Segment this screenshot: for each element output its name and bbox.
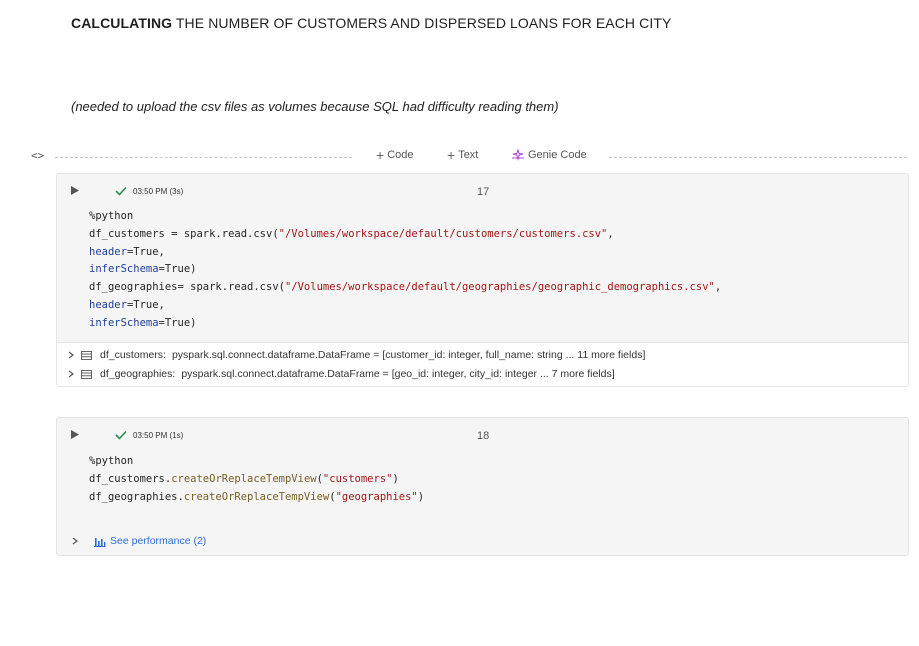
success-check-icon — [115, 186, 127, 196]
variable-name: df_customers: — [100, 349, 166, 361]
variable-type: pyspark.sql.connect.dataframe.DataFrame … — [171, 349, 646, 361]
bar-chart-icon — [94, 537, 106, 547]
divider-right — [609, 157, 907, 158]
add-text-button[interactable]: + Text — [447, 147, 479, 163]
divider-left — [55, 157, 352, 158]
string-literal: "geographies" — [335, 490, 418, 503]
cell-output: df_customers: pyspark.sql.connect.datafr… — [57, 342, 908, 386]
code-toggle-icon[interactable]: <> — [31, 149, 44, 162]
code-value: =True) — [158, 316, 197, 329]
plus-icon: + — [447, 147, 456, 163]
string-literal: "/Volumes/workspace/default/customers/cu… — [278, 227, 608, 240]
genie-code-label: Genie Code — [528, 149, 587, 161]
code-punct: , — [607, 227, 614, 240]
function-name: createOrReplaceTempView — [171, 472, 317, 485]
chevron-right-icon[interactable] — [71, 537, 79, 545]
add-code-button[interactable]: + Code — [376, 147, 414, 163]
code-line: %python — [89, 210, 134, 222]
keyword-arg: inferSchema — [89, 316, 159, 329]
output-variable-row[interactable]: df_customers: pyspark.sql.connect.datafr… — [67, 347, 645, 363]
cell-number: 18 — [477, 430, 490, 442]
see-performance-label: See performance (2) — [110, 535, 207, 547]
insert-cell-bar: <> + Code + Text Genie Code — [31, 147, 907, 165]
keyword-arg: header — [89, 245, 127, 258]
code-value: =True, — [126, 298, 165, 311]
code-value: =True, — [126, 245, 165, 258]
code-line: df_customers = spark.read.csv( — [89, 227, 279, 240]
markdown-title-bold: CALCULATING — [71, 15, 173, 31]
variable-name: df_geographies: — [100, 368, 176, 380]
code-punct: , — [714, 281, 722, 294]
string-literal: "/Volumes/workspace/default/geographies/… — [284, 281, 715, 294]
see-performance-link[interactable]: See performance (2) — [71, 535, 206, 547]
run-status: 03:50 PM (3s) — [133, 187, 184, 196]
output-variable-row[interactable]: df_geographies: pyspark.sql.connect.data… — [67, 366, 615, 382]
add-text-label: Text — [458, 149, 479, 161]
markdown-title: CALCULATING THE NUMBER OF CUSTOMERS AND … — [71, 15, 671, 31]
notebook-cell-18[interactable]: 03:50 PM (1s) 18 %python df_customers.cr… — [56, 417, 909, 556]
run-cell-icon[interactable] — [71, 186, 79, 195]
markdown-note: (needed to upload the csv files as volum… — [71, 99, 559, 114]
plus-icon: + — [376, 147, 385, 163]
cell-number: 17 — [477, 186, 490, 198]
cell-header: 03:50 PM (1s) 18 — [57, 418, 908, 452]
variable-type: pyspark.sql.connect.dataframe.DataFrame … — [181, 368, 615, 380]
table-icon — [81, 350, 92, 360]
add-code-label: Code — [387, 149, 414, 161]
chevron-right-icon[interactable] — [67, 370, 75, 378]
code-editor[interactable]: %python df_customers.createOrReplaceTemp… — [89, 453, 424, 506]
code-value: =True) — [158, 263, 197, 276]
markdown-title-rest: THE NUMBER OF CUSTOMERS AND DISPERSED LO… — [172, 15, 672, 31]
genie-code-button[interactable]: Genie Code — [511, 149, 587, 161]
table-icon — [81, 369, 92, 379]
code-punct: ) — [417, 490, 425, 503]
function-name: createOrReplaceTempView — [183, 490, 330, 503]
code-editor[interactable]: %python df_customers = spark.read.csv("/… — [89, 208, 721, 333]
keyword-arg: header — [89, 298, 127, 311]
code-line: df_geographies. — [89, 490, 184, 503]
string-literal: "customers" — [322, 472, 393, 485]
run-cell-icon[interactable] — [71, 430, 79, 439]
genie-sparkle-icon — [512, 149, 524, 161]
code-line: df_geographies= spark.read.csv( — [89, 281, 285, 294]
keyword-arg: inferSchema — [89, 263, 159, 276]
notebook-cell-17[interactable]: 03:50 PM (3s) 17 %python df_customers = … — [56, 173, 909, 387]
run-status: 03:50 PM (1s) — [133, 431, 184, 440]
code-line: %python — [89, 455, 134, 467]
success-check-icon — [115, 430, 127, 440]
code-punct: ) — [392, 472, 399, 485]
chevron-right-icon[interactable] — [67, 351, 75, 359]
cell-header: 03:50 PM (3s) 17 — [57, 174, 908, 208]
code-line: df_customers. — [89, 472, 172, 485]
